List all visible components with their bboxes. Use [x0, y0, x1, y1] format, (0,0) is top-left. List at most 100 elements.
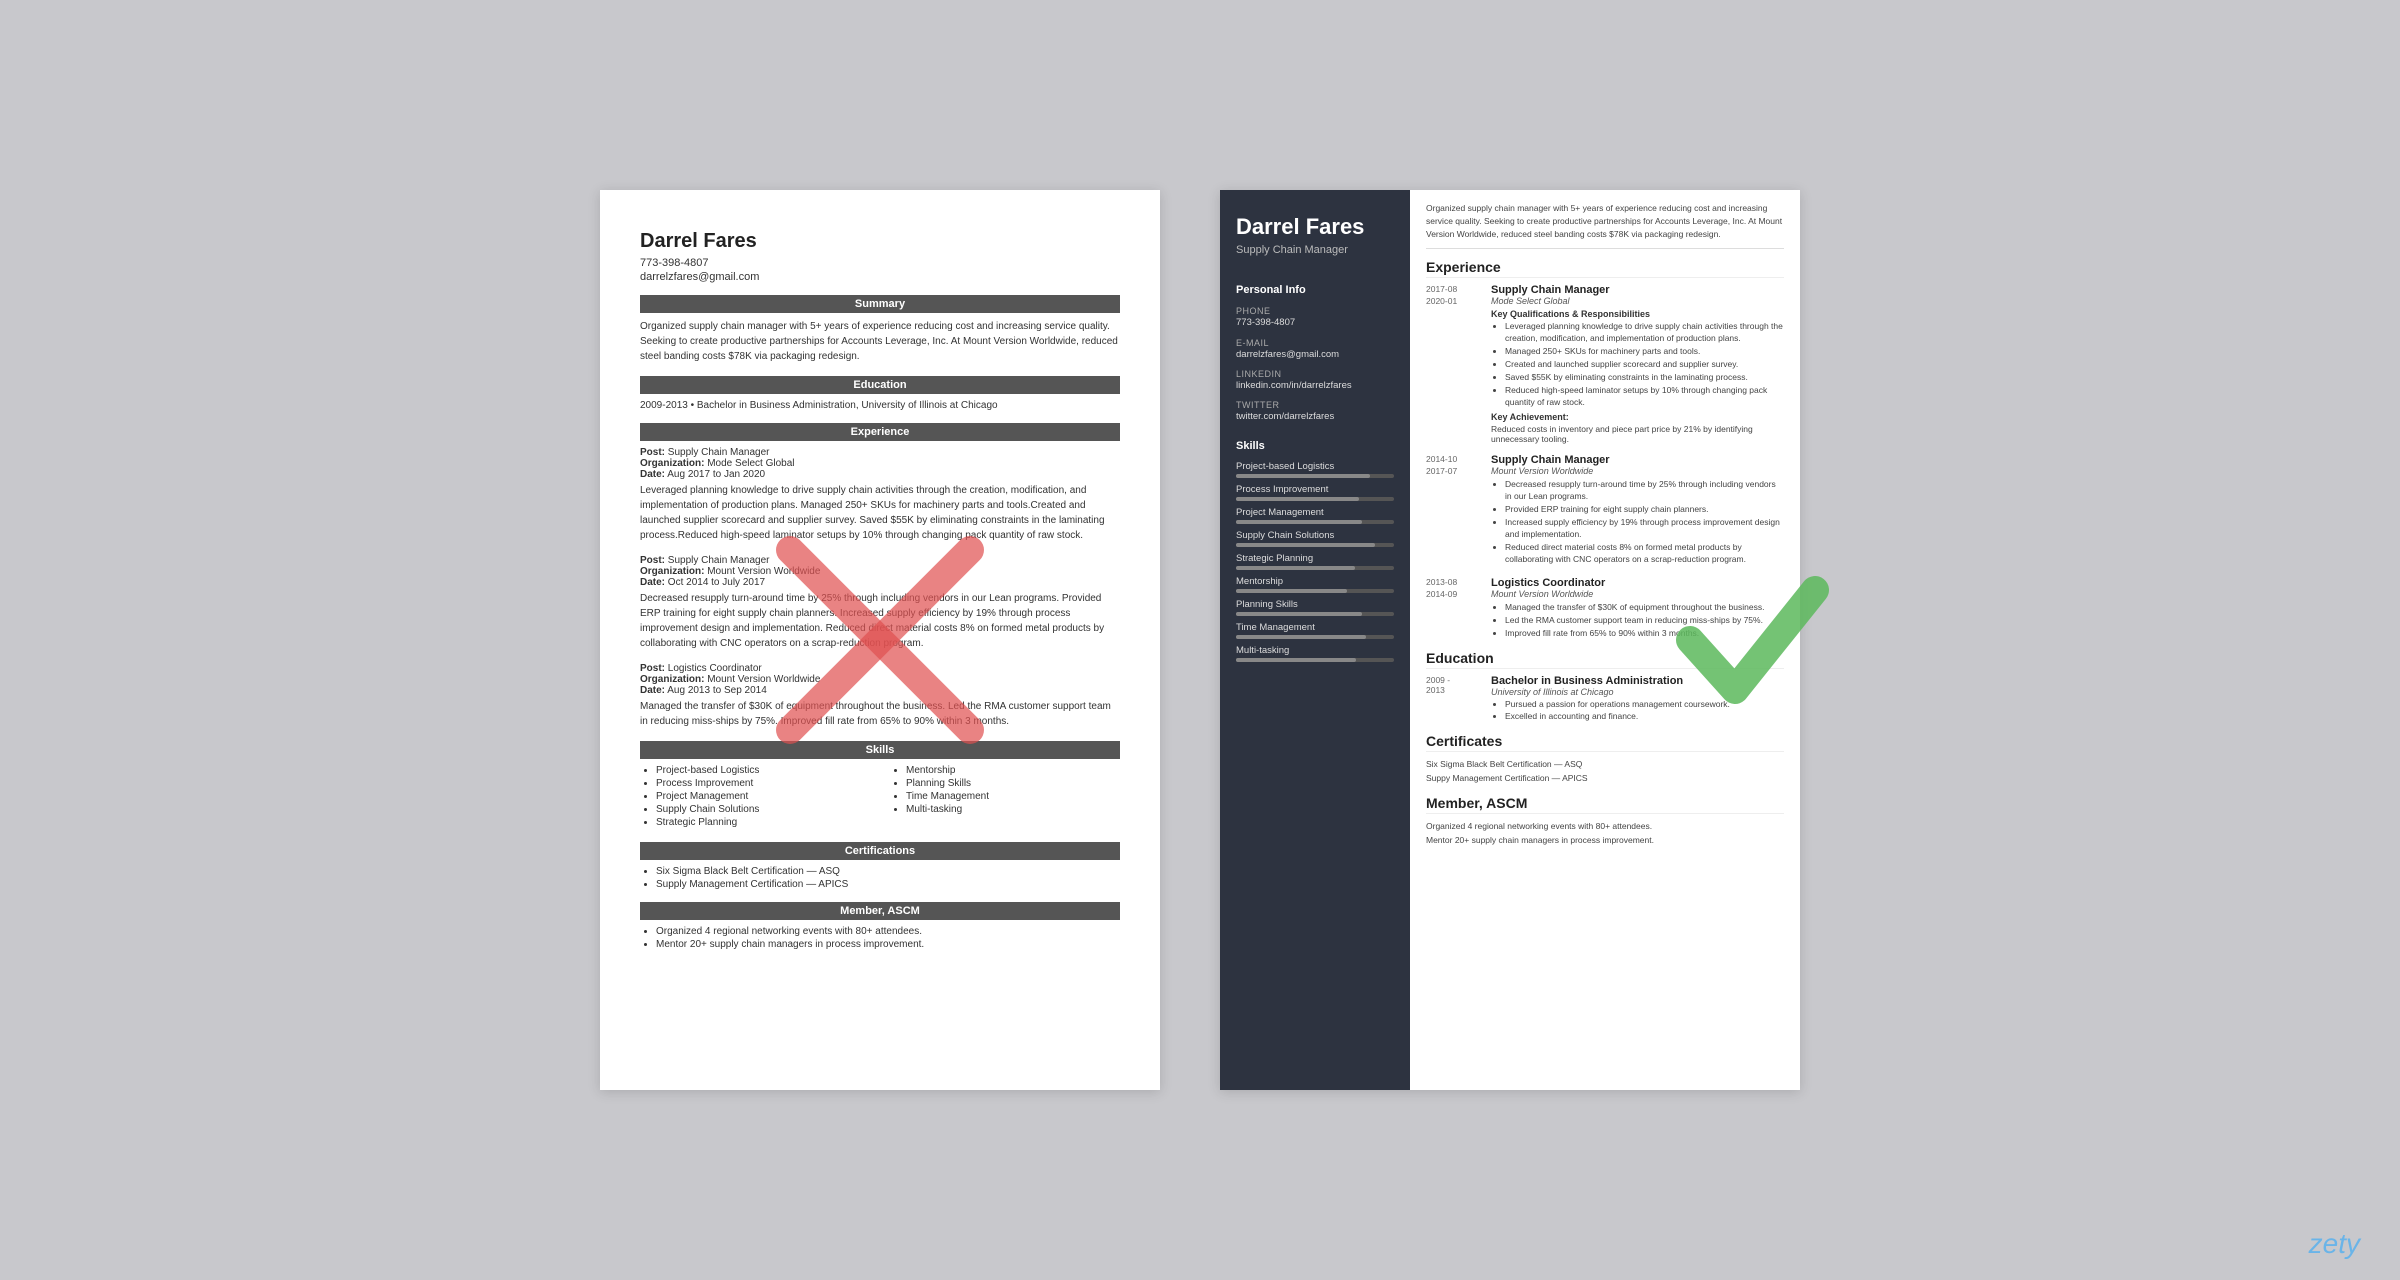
exp2-org: Organization: Mount Version Worldwide	[640, 566, 1120, 577]
phone-value: 773-398-4807	[1236, 316, 1394, 329]
member-line-2: Mentor 20+ supply chain managers in proc…	[1426, 834, 1784, 848]
right-edu1-body: Bachelor in Business Administration Univ…	[1491, 675, 1730, 723]
skill-bar-bg-0	[1236, 474, 1394, 478]
exp-block-3: Post: Logistics Coordinator Organization…	[640, 663, 1120, 729]
skill-name-3: Supply Chain Solutions	[1236, 530, 1394, 541]
bullet: Leveraged planning knowledge to drive su…	[1505, 321, 1784, 345]
email-item: E-mail darrelzfares@gmail.com	[1220, 334, 1410, 365]
skill-bar-bg-8	[1236, 658, 1394, 662]
right-exp3-bullets: Managed the transfer of $30K of equipmen…	[1491, 602, 1784, 640]
exp1-desc: Leveraged planning knowledge to drive su…	[640, 483, 1120, 543]
skills-header: Skills	[640, 741, 1120, 759]
summary-header: Summary	[640, 295, 1120, 313]
right-edu1-degree: Bachelor in Business Administration	[1491, 675, 1730, 687]
right-exp1-start: 2017-08	[1426, 284, 1481, 296]
right-exp1-achievement: Reduced costs in inventory and piece par…	[1491, 424, 1784, 444]
right-exp1-kq: Key Qualifications & Responsibilities	[1491, 309, 1784, 319]
skill-name-1: Process Improvement	[1236, 484, 1394, 495]
right-exp-2: 2014-10 2017-07 Supply Chain Manager Mou…	[1426, 454, 1784, 566]
exp2-post: Post: Supply Chain Manager	[640, 555, 1120, 566]
skill-bar-bg-6	[1236, 612, 1394, 616]
cert-line-2: Suppy Management Certification — APICS	[1426, 772, 1784, 786]
exp2-date: Date: Oct 2014 to July 2017	[640, 577, 1120, 588]
bullet: Reduced direct material costs 8% on form…	[1505, 542, 1784, 566]
skill-bar-bg-3	[1236, 543, 1394, 547]
skill-bar-2: Project Management	[1220, 504, 1410, 527]
linkedin-label: LinkedIn	[1236, 369, 1394, 379]
right-exp3-title: Logistics Coordinator	[1491, 577, 1784, 589]
skill-bar-fill-2	[1236, 520, 1362, 524]
right-edu1-dates: 2009 - 2013	[1426, 675, 1481, 723]
skill-name-5: Mentorship	[1236, 576, 1394, 587]
phone-item: Phone 773-398-4807	[1220, 302, 1410, 333]
bullet: Reduced high-speed laminator setups by 1…	[1505, 385, 1784, 409]
left-phone: 773-398-4807	[640, 257, 1120, 269]
right-exp2-start: 2014-10	[1426, 454, 1481, 466]
right-exp2-bullets: Decreased resupply turn-around time by 2…	[1491, 479, 1784, 565]
right-edu1-start: 2009 -	[1426, 675, 1481, 685]
skill-name-2: Project Management	[1236, 507, 1394, 518]
skills-col1: Project-based Logistics Process Improvem…	[640, 765, 870, 830]
exp3-post: Post: Logistics Coordinator	[640, 663, 1120, 674]
right-exp1-ka-label: Key Achievement:	[1491, 412, 1784, 422]
bullet: Provided ERP training for eight supply c…	[1505, 504, 1784, 516]
cert-list: Six Sigma Black Belt Certification — ASQ…	[640, 866, 1120, 890]
exp1-org: Organization: Mode Select Global	[640, 458, 1120, 469]
right-edu1-school: University of Illinois at Chicago	[1491, 687, 1730, 697]
skill-bar-fill-0	[1236, 474, 1370, 478]
exp3-org: Organization: Mount Version Worldwide	[640, 674, 1120, 685]
bullet: Saved $55K by eliminating constraints in…	[1505, 372, 1784, 384]
skill-name-7: Time Management	[1236, 622, 1394, 633]
left-name: Darrel Fares	[640, 230, 1120, 253]
bullet: Decreased resupply turn-around time by 2…	[1505, 479, 1784, 503]
bullet: Led the RMA customer support team in red…	[1505, 615, 1784, 627]
right-exp2-title: Supply Chain Manager	[1491, 454, 1784, 466]
right-exp2-body: Supply Chain Manager Mount Version World…	[1491, 454, 1784, 566]
right-exp1-title: Supply Chain Manager	[1491, 284, 1784, 296]
right-exp2-dates: 2014-10 2017-07	[1426, 454, 1481, 566]
member-list: Organized 4 regional networking events w…	[640, 926, 1120, 950]
phone-label: Phone	[1236, 306, 1394, 316]
resume-left: Darrel Fares 773-398-4807 darrelzfares@g…	[600, 190, 1160, 1090]
right-sidebar: Darrel Fares Supply Chain Manager Person…	[1220, 190, 1410, 1090]
edu-entry: 2009-2013 • Bachelor in Business Adminis…	[640, 400, 1120, 411]
email-value: darrelzfares@gmail.com	[1236, 348, 1394, 361]
bullet: Managed 250+ SKUs for machinery parts an…	[1505, 346, 1784, 358]
skill-bar-8: Multi-tasking	[1220, 642, 1410, 665]
cert-1: Six Sigma Black Belt Certification — ASQ	[656, 866, 1120, 877]
skill-bar-4: Strategic Planning	[1220, 550, 1410, 573]
right-exp3-end: 2014-09	[1426, 589, 1481, 601]
member-header: Member, ASCM	[840, 905, 920, 917]
right-exp2-end: 2017-07	[1426, 466, 1481, 478]
right-exp3-org: Mount Version Worldwide	[1491, 589, 1784, 599]
right-main-content: Organized supply chain manager with 5+ y…	[1410, 190, 1800, 1090]
skill-bar-bg-1	[1236, 497, 1394, 501]
right-exp1-body: Supply Chain Manager Mode Select Global …	[1491, 284, 1784, 444]
skill-bar-bg-2	[1236, 520, 1394, 524]
skills-bars: Project-based Logistics Process Improvem…	[1220, 458, 1410, 665]
summary-text: Organized supply chain manager with 5+ y…	[640, 319, 1120, 364]
right-intro: Organized supply chain manager with 5+ y…	[1426, 202, 1784, 249]
experience-header: Experience	[640, 423, 1120, 441]
skill-name-8: Multi-tasking	[1236, 645, 1394, 656]
bullet: Excelled in accounting and finance.	[1505, 711, 1730, 723]
skill-bar-1: Process Improvement	[1220, 481, 1410, 504]
skill-7: Planning Skills	[906, 778, 1120, 789]
bullet: Pursued a passion for operations managem…	[1505, 699, 1730, 711]
member-header-block: Member, ASCM	[640, 902, 1120, 920]
skill-bar-fill-7	[1236, 635, 1366, 639]
exp-block-2: Post: Supply Chain Manager Organization:…	[640, 555, 1120, 651]
left-email: darrelzfares@gmail.com	[640, 271, 1120, 283]
skill-1: Project-based Logistics	[656, 765, 870, 776]
skill-6: Mentorship	[906, 765, 1120, 776]
member-1: Organized 4 regional networking events w…	[656, 926, 1120, 937]
skill-name-0: Project-based Logistics	[1236, 461, 1394, 472]
right-exp3-start: 2013-08	[1426, 577, 1481, 589]
skills-col2: Mentorship Planning Skills Time Manageme…	[890, 765, 1120, 830]
cert-header: Certifications	[640, 842, 1120, 860]
skill-name-6: Planning Skills	[1236, 599, 1394, 610]
right-edu1-bullets: Pursued a passion for operations managem…	[1491, 699, 1730, 723]
bullet: Improved fill rate from 65% to 90% withi…	[1505, 628, 1784, 640]
personal-info-heading: Personal Info	[1220, 272, 1410, 302]
right-exp1-dates: 2017-08 2020-01	[1426, 284, 1481, 444]
